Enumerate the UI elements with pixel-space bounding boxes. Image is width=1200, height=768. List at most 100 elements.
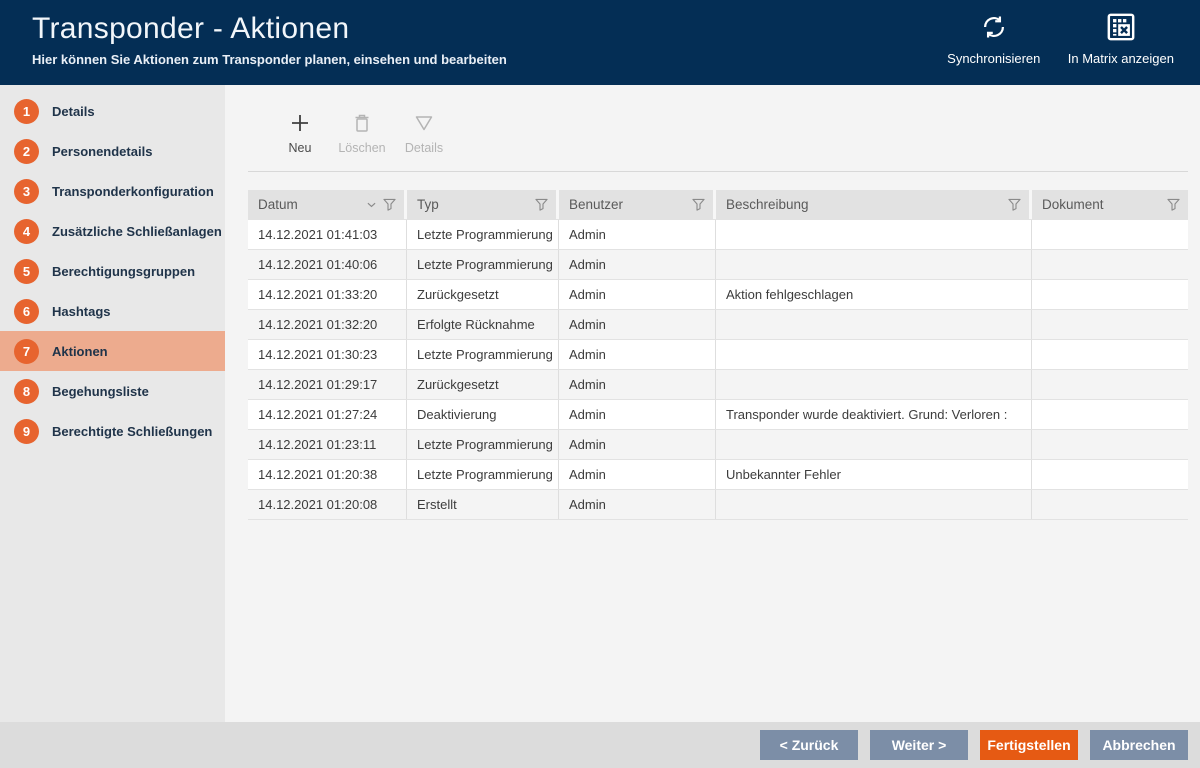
delete-button-label: Löschen xyxy=(338,141,385,155)
table-cell-datum: 14.12.2021 01:20:08 xyxy=(248,490,407,519)
sidebar-item-label: Hashtags xyxy=(52,304,111,319)
table-cell-dokument xyxy=(1032,310,1188,339)
filter-triangle-icon xyxy=(414,113,434,136)
step-number-badge: 1 xyxy=(14,99,39,124)
table-cell-typ: Letzte Programmierung xyxy=(407,340,559,369)
table-cell-typ: Erstellt xyxy=(407,490,559,519)
table-cell-dokument xyxy=(1032,280,1188,309)
table-cell-dokument xyxy=(1032,490,1188,519)
table-cell-dokument xyxy=(1032,430,1188,459)
table-cell-dokument xyxy=(1032,220,1188,249)
sidebar-item-berechtigungsgruppen[interactable]: 5 Berechtigungsgruppen xyxy=(0,251,225,291)
step-number-badge: 8 xyxy=(14,379,39,404)
filter-funnel-icon[interactable] xyxy=(535,198,548,211)
table-row[interactable]: 14.12.2021 01:20:08ErstelltAdmin xyxy=(248,490,1188,520)
step-number-badge: 7 xyxy=(14,339,39,364)
column-header-beschreibung[interactable]: Beschreibung xyxy=(716,190,1032,219)
next-button[interactable]: Weiter > xyxy=(870,730,968,760)
filter-funnel-icon[interactable] xyxy=(1167,198,1180,211)
sidebar-item-begehungsliste[interactable]: 8 Begehungsliste xyxy=(0,371,225,411)
header-actions: Synchronisieren In Matrix anzeigen xyxy=(946,0,1200,66)
table-cell-datum: 14.12.2021 01:33:20 xyxy=(248,280,407,309)
table-body: 14.12.2021 01:41:03Letzte Programmierung… xyxy=(248,219,1188,520)
table-cell-dokument xyxy=(1032,340,1188,369)
finish-button[interactable]: Fertigstellen xyxy=(980,730,1078,760)
cancel-button[interactable]: Abbrechen xyxy=(1090,730,1188,760)
column-header-label: Typ xyxy=(417,197,535,212)
table-cell-datum: 14.12.2021 01:40:06 xyxy=(248,250,407,279)
delete-button[interactable]: Löschen xyxy=(336,105,388,155)
actions-toolbar: Neu Löschen Details xyxy=(248,105,1188,172)
table-cell-datum: 14.12.2021 01:29:17 xyxy=(248,370,407,399)
table-row[interactable]: 14.12.2021 01:41:03Letzte Programmierung… xyxy=(248,219,1188,250)
table-row[interactable]: 14.12.2021 01:32:20Erfolgte RücknahmeAdm… xyxy=(248,310,1188,340)
table-cell-typ: Letzte Programmierung xyxy=(407,250,559,279)
table-cell-beschreibung xyxy=(716,310,1032,339)
sidebar-item-aktionen[interactable]: 7Aktionen xyxy=(0,331,225,371)
matrix-icon xyxy=(1106,12,1136,45)
column-header-benutzer[interactable]: Benutzer xyxy=(559,190,716,219)
table-cell-datum: 14.12.2021 01:30:23 xyxy=(248,340,407,369)
sidebar-item-label: Berechtigungsgruppen xyxy=(52,264,195,279)
filter-funnel-icon[interactable] xyxy=(1008,198,1021,211)
table-cell-datum: 14.12.2021 01:27:24 xyxy=(248,400,407,429)
table-cell-typ: Letzte Programmierung xyxy=(407,460,559,489)
sidebar-item-label: Begehungsliste xyxy=(52,384,149,399)
sidebar-item-hashtags[interactable]: 6 Hashtags xyxy=(0,291,225,331)
sidebar-item-zus-tzliche-schlie-anlagen[interactable]: 4 Zusätzliche Schließanlagen xyxy=(0,211,225,251)
table-row[interactable]: 14.12.2021 01:40:06Letzte Programmierung… xyxy=(248,250,1188,280)
table-cell-benutzer: Admin xyxy=(559,400,716,429)
table-row[interactable]: 14.12.2021 01:27:24DeaktivierungAdminTra… xyxy=(248,400,1188,430)
column-header-datum[interactable]: Datum xyxy=(248,190,407,219)
step-number-badge: 5 xyxy=(14,259,39,284)
sidebar-item-label: Personendetails xyxy=(52,144,152,159)
table-cell-beschreibung: Unbekannter Fehler xyxy=(716,460,1032,489)
table-cell-benutzer: Admin xyxy=(559,490,716,519)
sidebar-item-berechtigte-schlie-ungen[interactable]: 9Berechtigte Schließungen xyxy=(0,411,225,451)
table-cell-datum: 14.12.2021 01:20:38 xyxy=(248,460,407,489)
sidebar-item-personendetails[interactable]: 2 Personendetails xyxy=(0,131,225,171)
details-button[interactable]: Details xyxy=(398,105,450,155)
table-cell-beschreibung: Transponder wurde deaktiviert. Grund: Ve… xyxy=(716,400,1032,429)
page-subtitle: Hier können Sie Aktionen zum Transponder… xyxy=(32,52,507,67)
show-in-matrix-button[interactable]: In Matrix anzeigen xyxy=(1068,12,1174,66)
table-cell-dokument xyxy=(1032,400,1188,429)
table-row[interactable]: 14.12.2021 01:30:23Letzte Programmierung… xyxy=(248,340,1188,370)
column-header-dokument[interactable]: Dokument xyxy=(1032,190,1188,219)
column-header-label: Dokument xyxy=(1042,197,1167,212)
details-button-label: Details xyxy=(405,141,443,155)
actions-table: Datum Typ BenutzerBeschreibung Dokument 14.… xyxy=(248,190,1188,520)
synchronize-button[interactable]: Synchronisieren xyxy=(946,12,1042,66)
column-header-typ[interactable]: Typ xyxy=(407,190,559,219)
table-cell-typ: Letzte Programmierung xyxy=(407,430,559,459)
main-content: Neu Löschen Details Datum Typ BenutzerBesc… xyxy=(225,85,1200,722)
sidebar-item-details[interactable]: 1Details xyxy=(0,91,225,131)
sidebar-item-transponderkonfiguration[interactable]: 3Transponderkonfiguration xyxy=(0,171,225,211)
table-cell-benutzer: Admin xyxy=(559,220,716,249)
step-number-badge: 6 xyxy=(14,299,39,324)
table-cell-beschreibung xyxy=(716,370,1032,399)
sidebar-item-label: Zusätzliche Schließanlagen xyxy=(52,224,222,239)
back-button[interactable]: < Zurück xyxy=(760,730,858,760)
table-cell-beschreibung xyxy=(716,340,1032,369)
filter-funnel-icon[interactable] xyxy=(692,198,705,211)
table-cell-benutzer: Admin xyxy=(559,430,716,459)
page-title: Transponder - Aktionen xyxy=(32,12,507,47)
table-cell-benutzer: Admin xyxy=(559,280,716,309)
table-cell-benutzer: Admin xyxy=(559,250,716,279)
table-cell-beschreibung: Aktion fehlgeschlagen xyxy=(716,280,1032,309)
table-row[interactable]: 14.12.2021 01:23:11Letzte Programmierung… xyxy=(248,430,1188,460)
step-number-badge: 2 xyxy=(14,139,39,164)
table-cell-dokument xyxy=(1032,370,1188,399)
new-button[interactable]: Neu xyxy=(274,105,326,155)
plus-icon xyxy=(290,113,310,136)
step-number-badge: 4 xyxy=(14,219,39,244)
table-row[interactable]: 14.12.2021 01:29:17ZurückgesetztAdmin xyxy=(248,370,1188,400)
table-row[interactable]: 14.12.2021 01:20:38Letzte Programmierung… xyxy=(248,460,1188,490)
wizard-footer: < Zurück Weiter > Fertigstellen Abbreche… xyxy=(0,722,1200,768)
table-cell-typ: Letzte Programmierung xyxy=(407,220,559,249)
filter-funnel-icon[interactable] xyxy=(383,198,396,211)
table-cell-typ: Erfolgte Rücknahme xyxy=(407,310,559,339)
table-row[interactable]: 14.12.2021 01:33:20ZurückgesetztAdminAkt… xyxy=(248,280,1188,310)
show-in-matrix-label: In Matrix anzeigen xyxy=(1068,51,1174,66)
